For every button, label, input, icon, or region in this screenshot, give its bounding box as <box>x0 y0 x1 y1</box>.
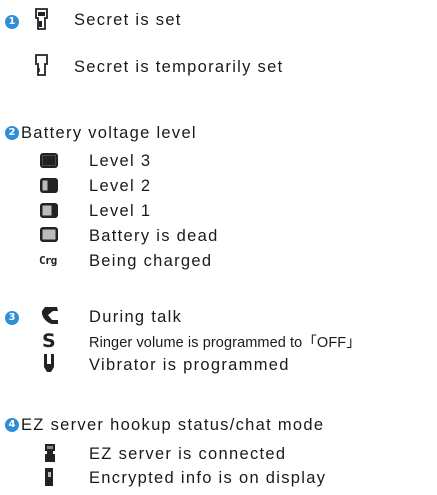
encrypted-info-icon <box>45 468 53 486</box>
legend-text: Ringer volume is programmed to「OFF」 <box>89 335 361 351</box>
key-outline-icon <box>35 54 48 76</box>
legend-text: Secret is temporarily set <box>74 58 284 76</box>
legend-text: Secret is set <box>74 11 182 29</box>
section-heading: EZ server hookup status/chat mode <box>21 416 325 434</box>
svg-text:S: S <box>42 330 56 350</box>
legend-text: EZ server is connected <box>89 445 287 463</box>
section-number-badge: 3 <box>5 311 19 325</box>
phone-handset-icon <box>41 307 58 324</box>
vibrator-icon <box>44 354 54 372</box>
battery-level-3-icon <box>40 153 58 168</box>
legend-text: Vibrator is programmed <box>89 356 290 374</box>
section-heading: Battery voltage level <box>21 124 197 142</box>
charging-icon: Crg <box>39 254 57 267</box>
legend-text: Level 2 <box>89 177 152 195</box>
battery-level-2-icon <box>40 178 58 193</box>
legend-text: During talk <box>89 308 183 326</box>
battery-dead-icon <box>40 227 58 242</box>
section-number-badge: 4 <box>5 418 19 432</box>
legend-text: Being charged <box>89 252 213 270</box>
legend-text: Level 3 <box>89 152 152 170</box>
ez-server-connected-icon <box>45 444 55 462</box>
legend-text: Battery is dead <box>89 227 219 245</box>
legend-text: Encrypted info is on display <box>89 469 327 487</box>
key-icon <box>35 8 48 30</box>
section-number-badge: 1 <box>5 15 19 29</box>
silent-s-icon: S <box>42 330 56 350</box>
legend-text: Level 1 <box>89 202 152 220</box>
svg-text:Crg: Crg <box>39 254 57 267</box>
section-number-badge: 2 <box>5 126 19 140</box>
battery-level-1-icon <box>40 203 58 218</box>
